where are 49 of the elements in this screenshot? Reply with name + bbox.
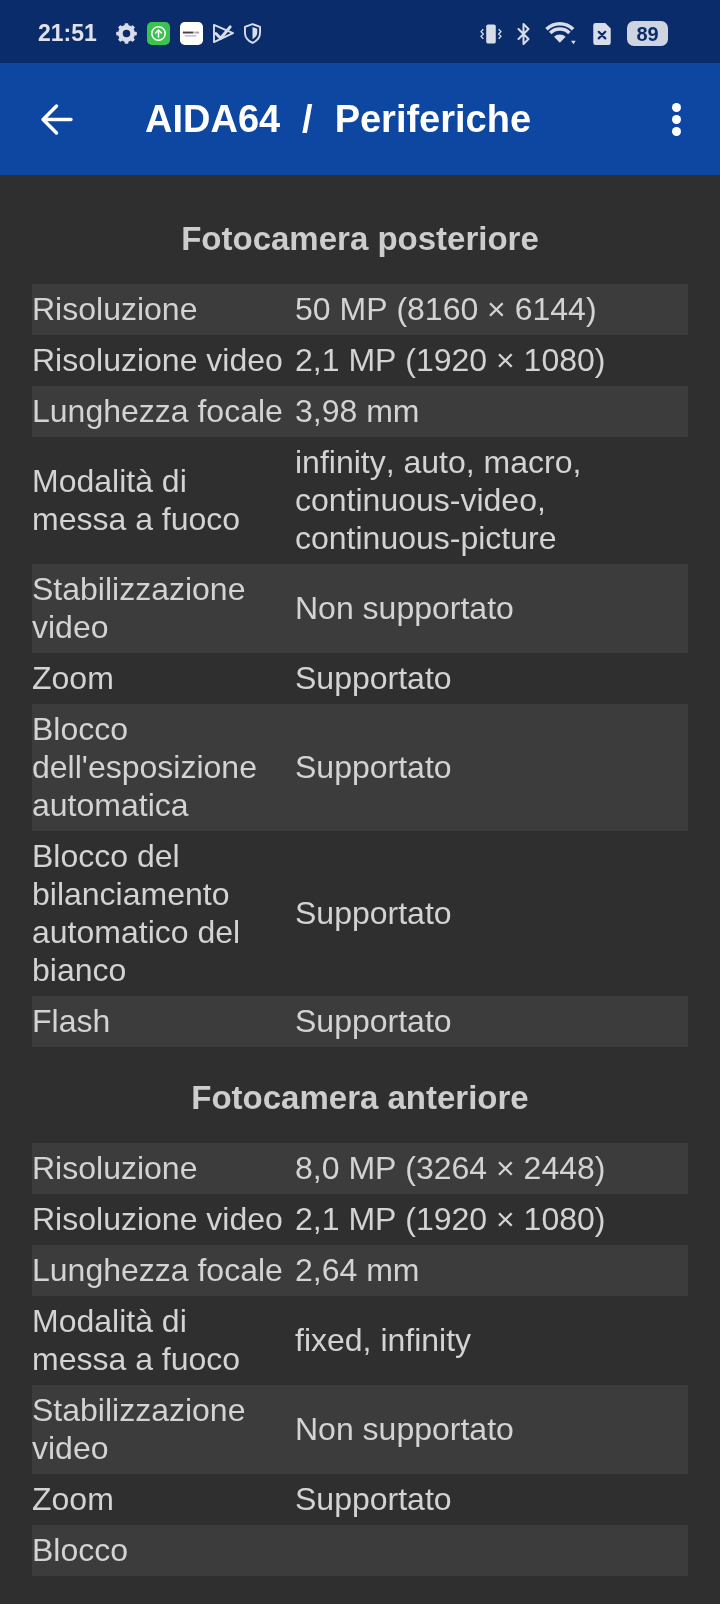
bluetooth-icon <box>517 22 530 45</box>
row-label: Risoluzione <box>32 1149 198 1187</box>
row-value: Supportato <box>295 748 452 786</box>
row-value: 3,98 mm <box>295 392 420 430</box>
row-value: 8,0 MP (3264 × 2448) <box>295 1149 606 1187</box>
row-label: Blocco dell'esposizione automatica <box>32 710 258 824</box>
back-button[interactable] <box>40 102 73 136</box>
row-value: Supportato <box>295 1480 452 1518</box>
row-label: Blocco <box>32 1531 129 1569</box>
arrow-left-icon <box>40 102 73 136</box>
row-label: Flash <box>32 1002 111 1040</box>
section-title: Fotocamera anteriore <box>191 1079 529 1117</box>
row-label: Risoluzione video <box>32 341 283 379</box>
row-value: 50 MP (8160 × 6144) <box>295 290 597 328</box>
row-value: 2,1 MP (1920 × 1080) <box>295 341 606 379</box>
battery-indicator: 89 <box>627 21 668 46</box>
row-value: Non supportato <box>295 1410 514 1448</box>
row-label: Modalità di messa a fuoco <box>32 1302 242 1378</box>
row-label: Lunghezza focale <box>32 392 283 430</box>
row-label: Zoom <box>32 659 114 697</box>
row-value: fixed, infinity <box>295 1321 472 1359</box>
row-label: Risoluzione video <box>32 1200 283 1238</box>
row-label: Lunghezza focale <box>32 1251 283 1289</box>
upload-icon <box>146 22 170 45</box>
wifi-icon <box>545 22 577 45</box>
status-time: 21:51 <box>38 22 97 45</box>
row-value: 2,1 MP (1920 × 1080) <box>295 1200 606 1238</box>
app-tile-icon <box>179 22 203 45</box>
section-title: Fotocamera posteriore <box>181 220 539 258</box>
row-value: Supportato <box>295 659 452 697</box>
row-label: Modalità di messa a fuoco <box>32 462 242 538</box>
row-value: Supportato <box>295 1002 452 1040</box>
vibrate-icon <box>480 21 502 46</box>
row-value: Supportato <box>295 894 452 932</box>
more-options-button[interactable] <box>672 102 681 136</box>
row-label: Risoluzione <box>32 290 198 328</box>
more-vertical-icon <box>672 102 681 136</box>
row-value: 2,64 mm <box>295 1251 420 1289</box>
row-label: Stabilizzazione video <box>32 570 247 646</box>
row-value: infinity, auto, macro, continuous-video, continuous-picture <box>295 443 583 557</box>
row-label: Blocco del bilanciamento automatico del bianco <box>32 837 242 989</box>
check-icon <box>212 23 234 44</box>
shield-icon <box>243 23 261 44</box>
sim-card-icon <box>592 21 612 46</box>
settings-icon <box>115 23 137 44</box>
row-value: Non supportato <box>295 589 514 627</box>
app-title: AIDA64 / Periferiche <box>145 97 532 141</box>
row-label: Zoom <box>32 1480 114 1518</box>
row-label: Stabilizzazione video <box>32 1391 247 1467</box>
